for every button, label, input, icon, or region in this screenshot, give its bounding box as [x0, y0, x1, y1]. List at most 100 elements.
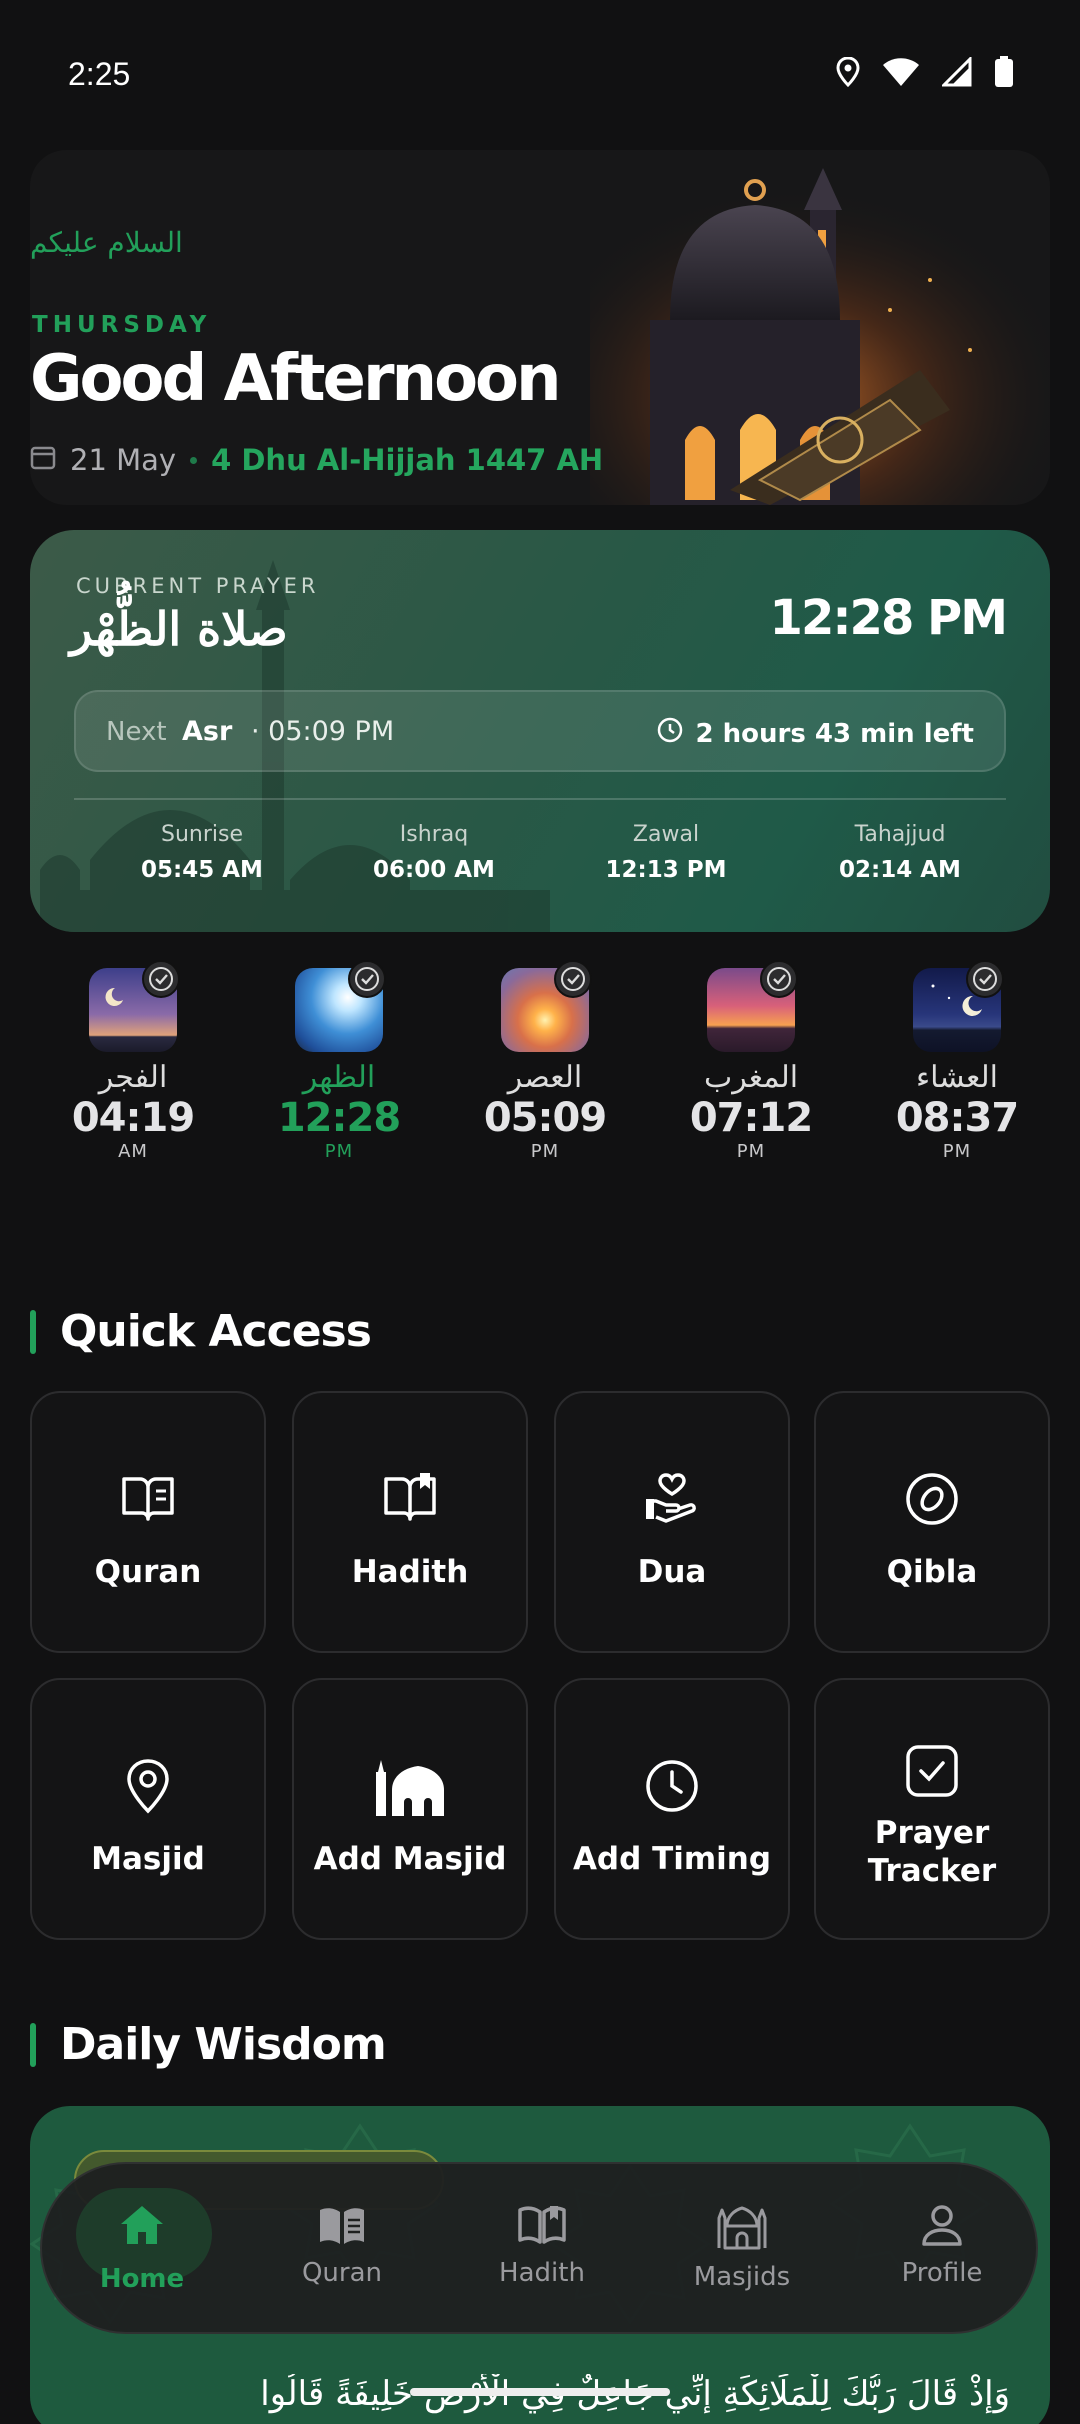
tile-quran[interactable]: Quran: [30, 1391, 266, 1653]
next-prayer-time: · 05:09 PM: [251, 716, 395, 747]
tile-label: Add Masjid: [313, 1841, 507, 1877]
prayer-time: 04:19: [71, 1095, 195, 1141]
tile-add-timing[interactable]: Add Timing: [554, 1678, 790, 1940]
tile-qibla[interactable]: Qibla: [814, 1391, 1050, 1653]
tile-label: Quran: [94, 1554, 202, 1590]
home-icon: [42, 2204, 242, 2246]
wifi-icon: [882, 57, 920, 91]
masjid-icon: [642, 2204, 842, 2250]
prayer-fajr[interactable]: الفجر 04:19 AM: [30, 960, 236, 1162]
prayer-time: 12:28: [277, 1095, 401, 1141]
greeting-hero: السلام عليكم THURSDAY Good Afternoon 21 …: [30, 150, 1050, 505]
clock-icon: [556, 1758, 788, 1814]
prayer-time: 08:37: [895, 1095, 1019, 1141]
status-bar: 2:25: [0, 0, 1080, 150]
prayer-arabic-name: المغرب: [703, 1060, 799, 1095]
daily-wisdom-header: Daily Wisdom: [30, 2019, 387, 2070]
signal-icon: [940, 55, 972, 91]
check-circle-icon[interactable]: [966, 960, 1004, 998]
tile-label: Masjid: [91, 1841, 205, 1877]
daily-wisdom-title: Daily Wisdom: [60, 2019, 387, 2070]
hijri-date: 4 Dhu Al-Hijjah 1447 AH: [211, 443, 604, 477]
tile-label: Prayer Tracker: [867, 1815, 997, 1889]
date-row: 21 May 4 Dhu Al-Hijjah 1447 AH: [30, 443, 603, 477]
tile-label: Add Timing: [572, 1841, 772, 1877]
prayer-ampm: PM: [736, 1141, 766, 1162]
extra-time-ishraq: Ishraq 06:00 AM: [334, 822, 534, 883]
nav-label: Masjids: [693, 2262, 791, 2292]
current-prayer-time: 12:28 PM: [769, 590, 1008, 646]
check-circle-icon[interactable]: [760, 960, 798, 998]
quick-access-header: Quick Access: [30, 1306, 372, 1357]
mosque-icon: [294, 1758, 526, 1816]
card-divider: [74, 798, 1006, 800]
greeting-title: Good Afternoon: [30, 342, 562, 416]
prayer-ampm: PM: [324, 1141, 354, 1162]
battery-icon: [994, 56, 1014, 92]
profile-icon: [842, 2204, 1042, 2246]
quick-access-title: Quick Access: [60, 1306, 372, 1357]
tile-add-masjid[interactable]: Add Masjid: [292, 1678, 528, 1940]
extra-time: 02:14 AM: [839, 857, 961, 883]
next-label: Next: [106, 717, 167, 747]
tile-prayer-tracker[interactable]: Prayer Tracker: [814, 1678, 1050, 1940]
hand-heart-icon: [556, 1471, 788, 1523]
prayer-arabic-name: العشاء: [916, 1060, 998, 1095]
nav-home[interactable]: Home: [42, 2164, 242, 2336]
next-prayer-name: Asr: [182, 716, 233, 747]
calendar-icon: [30, 443, 56, 477]
prayer-time: 07:12: [689, 1095, 813, 1141]
status-icons: [836, 55, 1014, 92]
prayer-ampm: PM: [942, 1141, 972, 1162]
prayer-arabic-name: الظهر: [302, 1060, 376, 1095]
tile-masjid[interactable]: Masjid: [30, 1678, 266, 1940]
extra-name: Tahajjud: [854, 822, 946, 847]
prayer-isha[interactable]: العشاء 08:37 PM: [854, 960, 1060, 1162]
compass-icon: [816, 1471, 1048, 1527]
mosque-illustration: [590, 150, 1050, 505]
tile-dua[interactable]: Dua: [554, 1391, 790, 1653]
extra-name: Sunrise: [160, 822, 243, 847]
prayer-asr[interactable]: العصر 05:09 PM: [442, 960, 648, 1162]
nav-quran[interactable]: Quran: [242, 2164, 442, 2336]
prayer-ampm: PM: [530, 1141, 560, 1162]
nav-label: Profile: [901, 2258, 983, 2288]
extra-time: 12:13 PM: [605, 857, 727, 883]
tile-label: Qibla: [886, 1554, 978, 1590]
tile-hadith[interactable]: Hadith: [292, 1391, 528, 1653]
bottom-nav: Home Quran Hadith Masjids Profile: [40, 2162, 1038, 2334]
nav-profile[interactable]: Profile: [842, 2164, 1042, 2336]
section-accent-bar: [30, 2022, 36, 2067]
extra-time-zawal: Zawal 12:13 PM: [566, 822, 766, 883]
nav-masjids[interactable]: Masjids: [642, 2164, 842, 2336]
nav-label: Home: [99, 2264, 185, 2294]
extra-name: Ishraq: [399, 822, 469, 847]
salam-text: السلام عليكم: [30, 226, 183, 259]
extra-time-tahajjud: Tahajjud 02:14 AM: [800, 822, 1000, 883]
prayer-times-row: الفجر 04:19 AM الظهر 12:28 PM العصر 05:0…: [30, 960, 1050, 1200]
date-separator: [190, 456, 198, 464]
check-circle-icon[interactable]: [142, 960, 180, 998]
clock-icon: [656, 716, 684, 751]
gregorian-date: 21 May: [70, 443, 177, 477]
time-left: 2 hours 43 min left: [656, 716, 974, 751]
status-time: 2:25: [68, 56, 131, 92]
weekday-label: THURSDAY: [32, 312, 212, 338]
home-indicator[interactable]: [410, 2388, 670, 2396]
check-circle-icon[interactable]: [554, 960, 592, 998]
prayer-maghrib[interactable]: المغرب 07:12 PM: [648, 960, 854, 1162]
quran-icon: [242, 2204, 442, 2246]
tile-label: Dua: [637, 1554, 707, 1590]
book-bookmark-icon: [294, 1471, 526, 1523]
nav-hadith[interactable]: Hadith: [442, 2164, 642, 2336]
extra-time-sunrise: Sunrise 05:45 AM: [102, 822, 302, 883]
current-prayer-card[interactable]: CURRENT PRAYER صلاة الظُّهْر 12:28 PM Ne…: [30, 530, 1050, 932]
current-prayer-label: CURRENT PRAYER: [76, 574, 320, 598]
prayer-ampm: AM: [118, 1141, 148, 1162]
prayer-dhuhr[interactable]: الظهر 12:28 PM: [236, 960, 442, 1162]
book-open-icon: [32, 1471, 264, 1523]
extra-name: Zawal: [632, 822, 700, 847]
check-circle-icon[interactable]: [348, 960, 386, 998]
extra-time: 05:45 AM: [141, 857, 263, 883]
map-pin-icon: [32, 1758, 264, 1814]
